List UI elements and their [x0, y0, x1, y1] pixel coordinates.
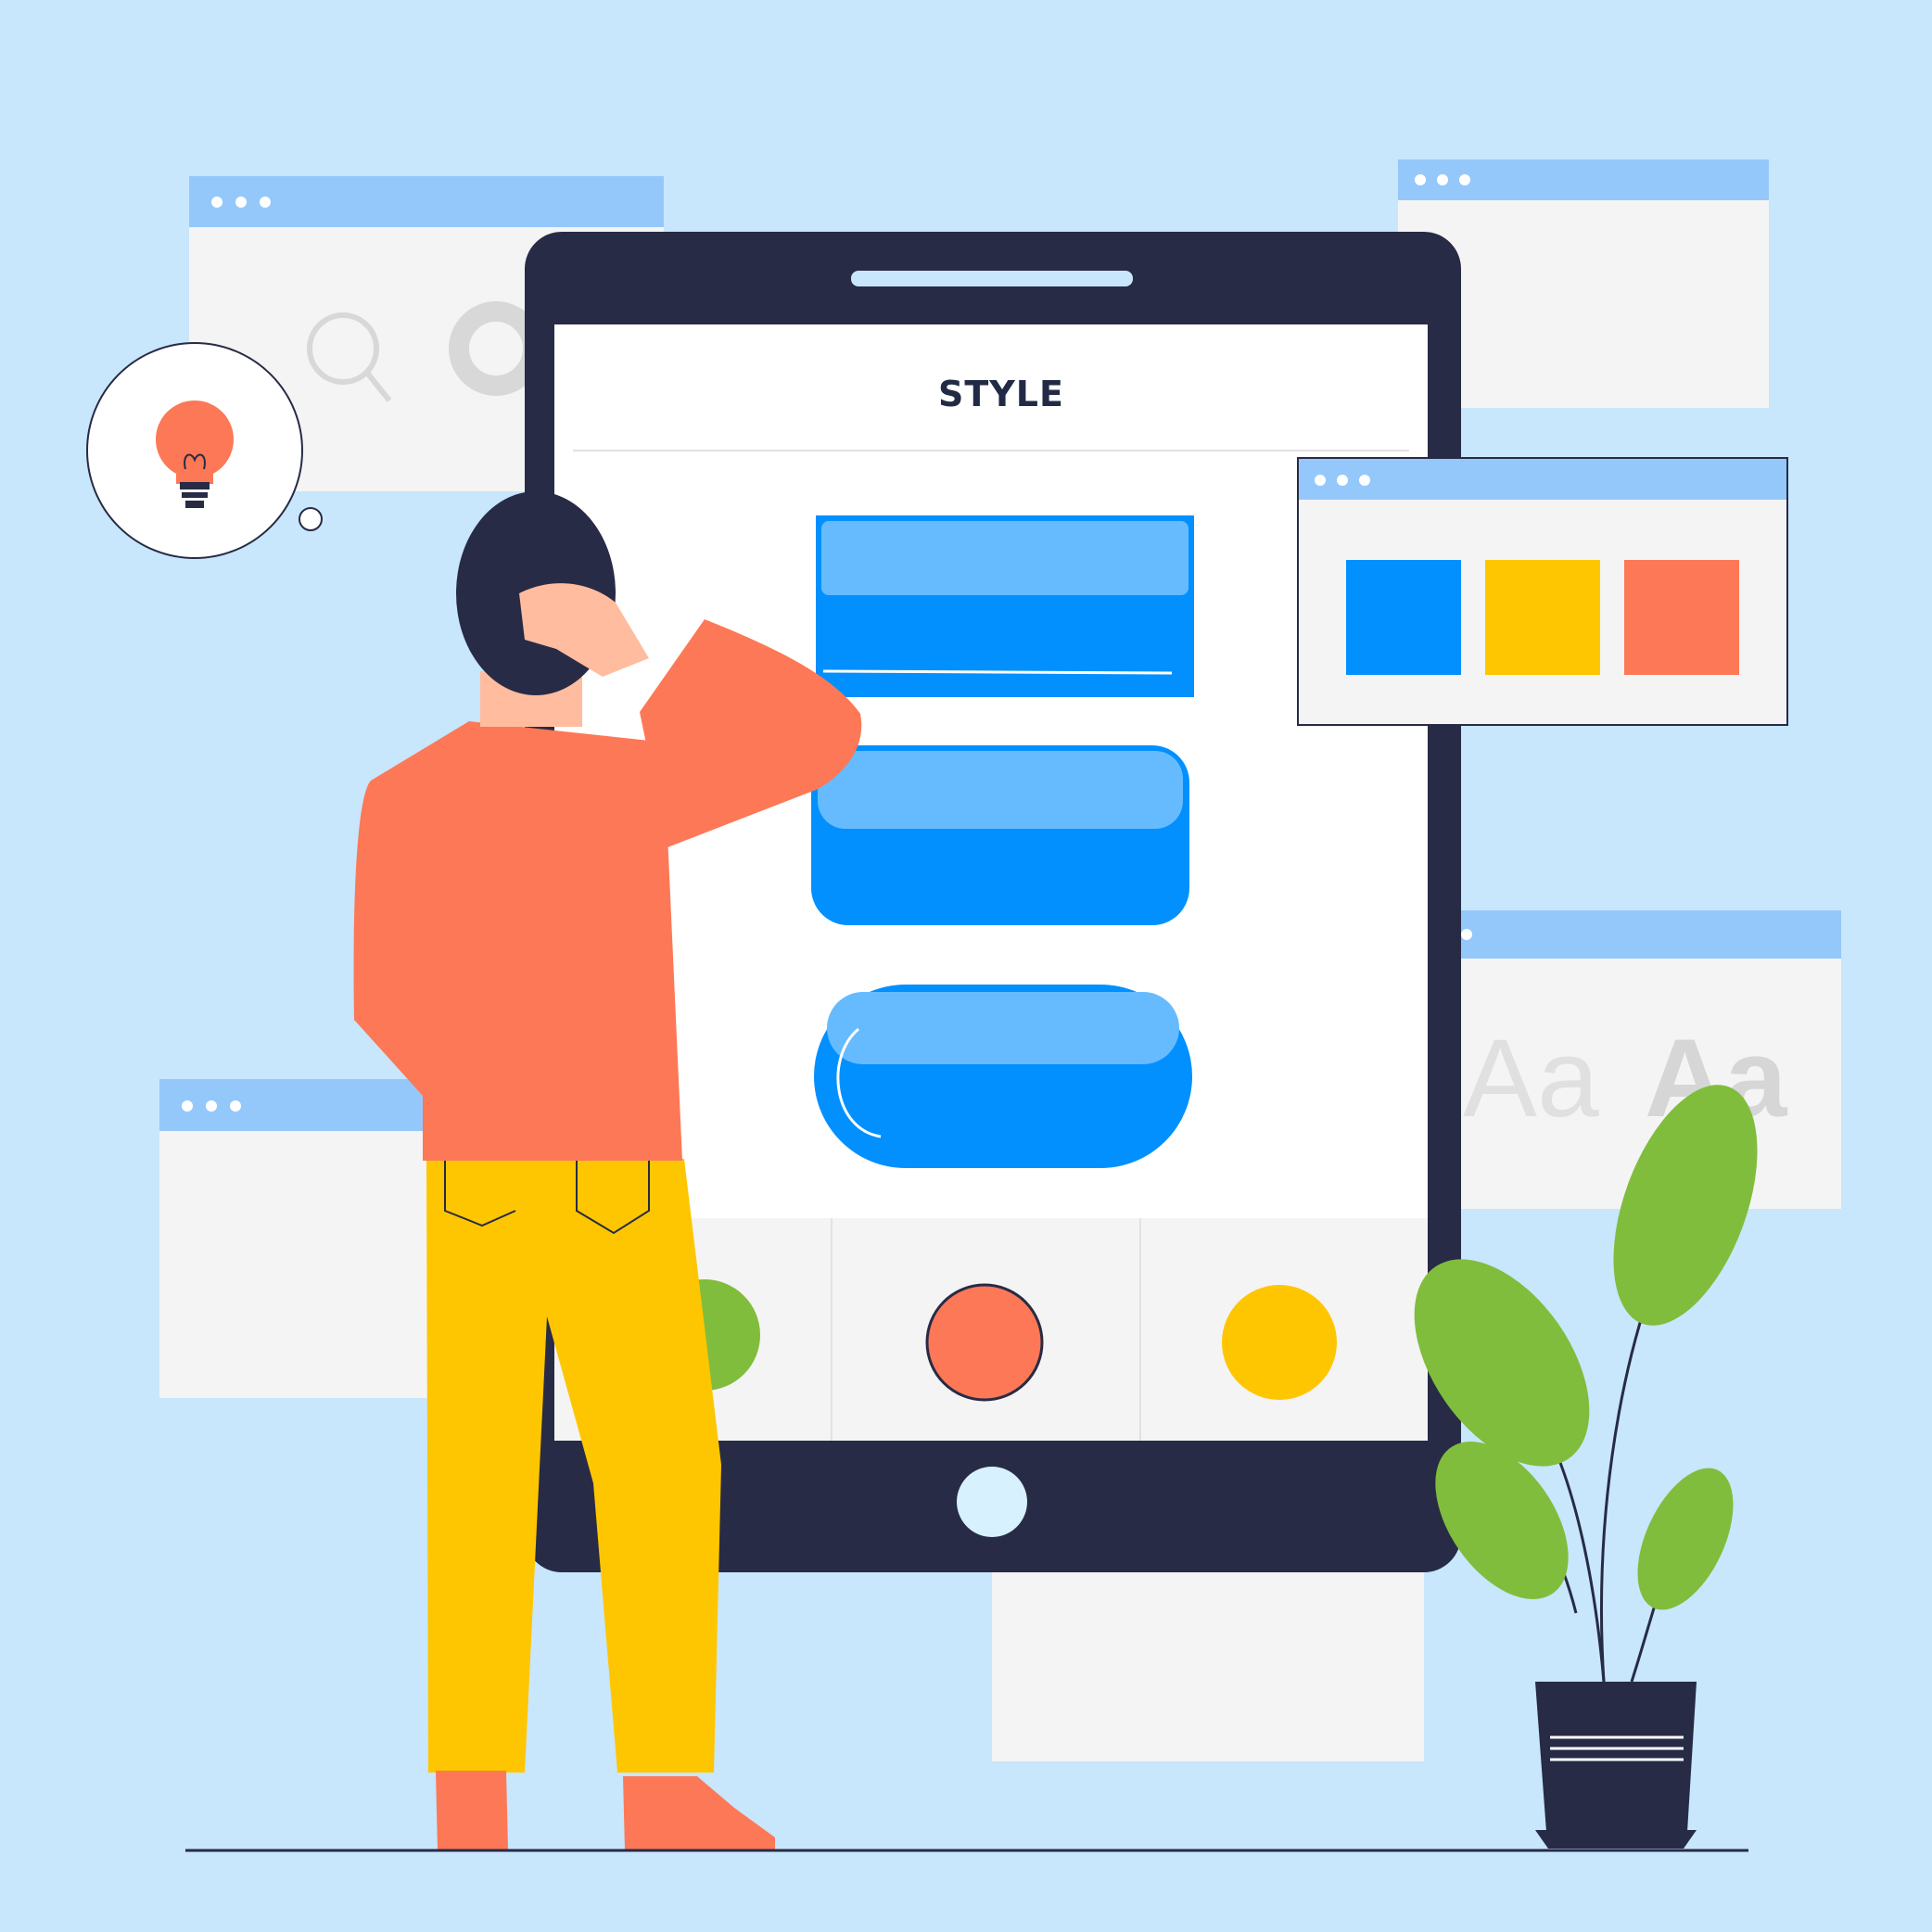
color-option-orange[interactable] [925, 1283, 1044, 1402]
color-option-yellow[interactable] [1222, 1285, 1337, 1400]
bottom-left-window [159, 1079, 465, 1398]
app-title: STYLE [938, 374, 1064, 414]
swatch-blue[interactable] [1346, 560, 1461, 675]
illustration-canvas: STYLE Aa Aa [86, 159, 1841, 1852]
pill-button-sample[interactable] [814, 985, 1192, 1168]
leaf-right-small [1637, 1468, 1734, 1610]
color-palette-window [1297, 457, 1788, 726]
square-button-sample[interactable] [816, 515, 1194, 697]
font-sample-light: Aa [1463, 1016, 1599, 1140]
swatch-yellow[interactable] [1485, 560, 1600, 675]
home-button[interactable] [957, 1467, 1027, 1537]
device-speaker [851, 271, 1133, 286]
person-shoe-right [623, 1776, 775, 1850]
swatch-orange[interactable] [1624, 560, 1739, 675]
rounded-button-sample[interactable] [811, 745, 1189, 925]
person-shoe-left [436, 1771, 508, 1850]
